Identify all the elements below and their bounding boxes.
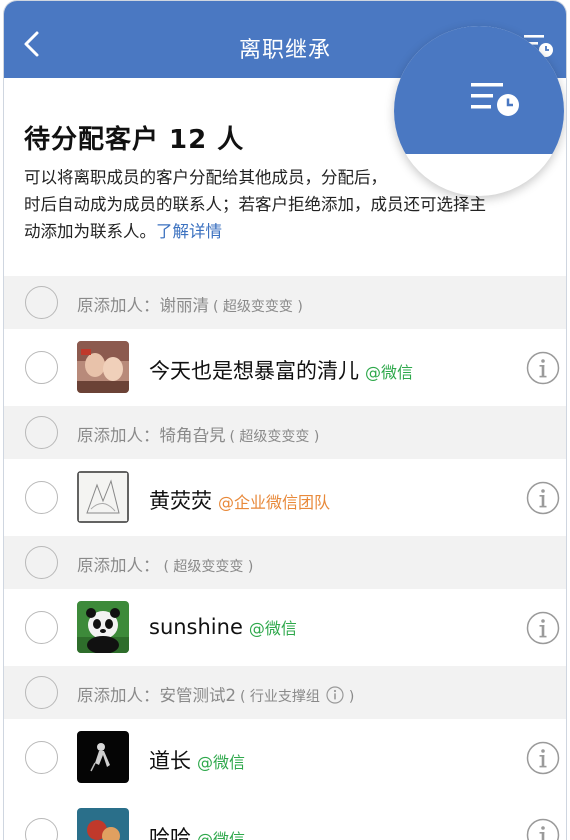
- customer-row[interactable]: sunshine @微信: [4, 589, 566, 666]
- customer-select-radio[interactable]: [25, 741, 58, 774]
- owner-name: 谢丽清: [159, 296, 210, 315]
- customer-row[interactable]: 哈哈 @微信: [4, 796, 566, 840]
- group-header[interactable]: 原添加人：犄角旮旯( 超级变变变 ): [4, 406, 566, 459]
- owner-dept-end: ): [344, 689, 355, 705]
- customer-select-radio[interactable]: [25, 611, 58, 644]
- group-owner-text: 原添加人：安管测试2( 行业支撑组 ): [77, 686, 355, 705]
- source-tag: @微信: [197, 753, 246, 772]
- dark-figure-avatar: [77, 731, 129, 783]
- panda-avatar: [77, 601, 129, 653]
- customer-name: 道长 @微信: [149, 749, 246, 773]
- group-select-radio[interactable]: [25, 546, 58, 579]
- group-select-radio[interactable]: [25, 416, 58, 449]
- group-select-radio[interactable]: [25, 676, 58, 709]
- group-header[interactable]: 原添加人：谢丽清( 超级变变变 ): [4, 276, 566, 329]
- source-tag: @企业微信团队: [218, 493, 331, 512]
- photo-girls-avatar: [77, 341, 129, 393]
- customer-name: 今天也是想暴富的清儿 @微信: [149, 359, 414, 383]
- list-clock-icon[interactable]: [471, 81, 521, 117]
- customer-select-radio[interactable]: [25, 818, 58, 840]
- customer-select-radio[interactable]: [25, 481, 58, 514]
- owner-dept: ( 超级变变变 ): [213, 299, 303, 315]
- desc-line3: 动添加为联系人。: [24, 222, 156, 241]
- sketch-avatar: [77, 471, 129, 523]
- customer-list: 原添加人：谢丽清( 超级变变变 ) 今天也是想暴富的清儿 @微信 原添加人：犄角…: [4, 276, 566, 840]
- owner-dept: ( 行业支撑组: [240, 689, 325, 705]
- owner-name: 安管测试2: [159, 686, 237, 705]
- group-header[interactable]: 原添加人：( 超级变变变 ): [4, 536, 566, 589]
- customer-name: 黄荧荧 @企业微信团队: [149, 489, 331, 513]
- info-icon[interactable]: [526, 611, 560, 645]
- group-owner-text: 原添加人：犄角旮旯( 超级变变变 ): [77, 426, 320, 445]
- info-icon[interactable]: [526, 351, 560, 385]
- customer-select-radio[interactable]: [25, 351, 58, 384]
- customer-name: sunshine @微信: [149, 615, 297, 639]
- info-icon[interactable]: [526, 818, 560, 840]
- group-owner-text: 原添加人：谢丽清( 超级变变变 ): [77, 296, 303, 315]
- desc-line1: 可以将离职成员的客户分配给其他成员，分配后，: [24, 168, 387, 187]
- info-icon[interactable]: [526, 481, 560, 515]
- owner-dept: ( 超级变变变 ): [163, 559, 254, 575]
- learn-more-link[interactable]: 了解详情: [156, 222, 222, 241]
- info-icon[interactable]: [526, 741, 560, 775]
- pending-count-heading: 待分配客户 12 人: [24, 125, 245, 155]
- source-tag: @微信: [248, 619, 297, 638]
- desc-line2: 时后自动成为成员的联系人；若客户拒绝添加，成员还可选择主: [24, 195, 486, 214]
- group-select-radio[interactable]: [25, 286, 58, 319]
- source-tag: @微信: [197, 830, 246, 840]
- customer-row[interactable]: 黄荧荧 @企业微信团队: [4, 459, 566, 536]
- customer-row[interactable]: 道长 @微信: [4, 719, 566, 796]
- colorful-avatar: [77, 808, 129, 840]
- app-frame: 离职继承 待分配客户 12 人 可以将离职成员的客户分配给其他成员，分配后，小 …: [3, 0, 567, 840]
- customer-name: 哈哈 @微信: [149, 822, 245, 840]
- owner-dept: ( 超级变变变 ): [229, 429, 320, 445]
- owner-name: 犄角旮旯: [159, 426, 226, 445]
- group-owner-text: 原添加人：( 超级变变变 ): [77, 556, 254, 575]
- group-header[interactable]: 原添加人：安管测试2( 行业支撑组 ): [4, 666, 566, 719]
- info-icon[interactable]: [326, 686, 344, 704]
- source-tag: @微信: [365, 363, 414, 382]
- customer-row[interactable]: 今天也是想暴富的清儿 @微信: [4, 329, 566, 406]
- magnified-menu-callout: [394, 26, 564, 196]
